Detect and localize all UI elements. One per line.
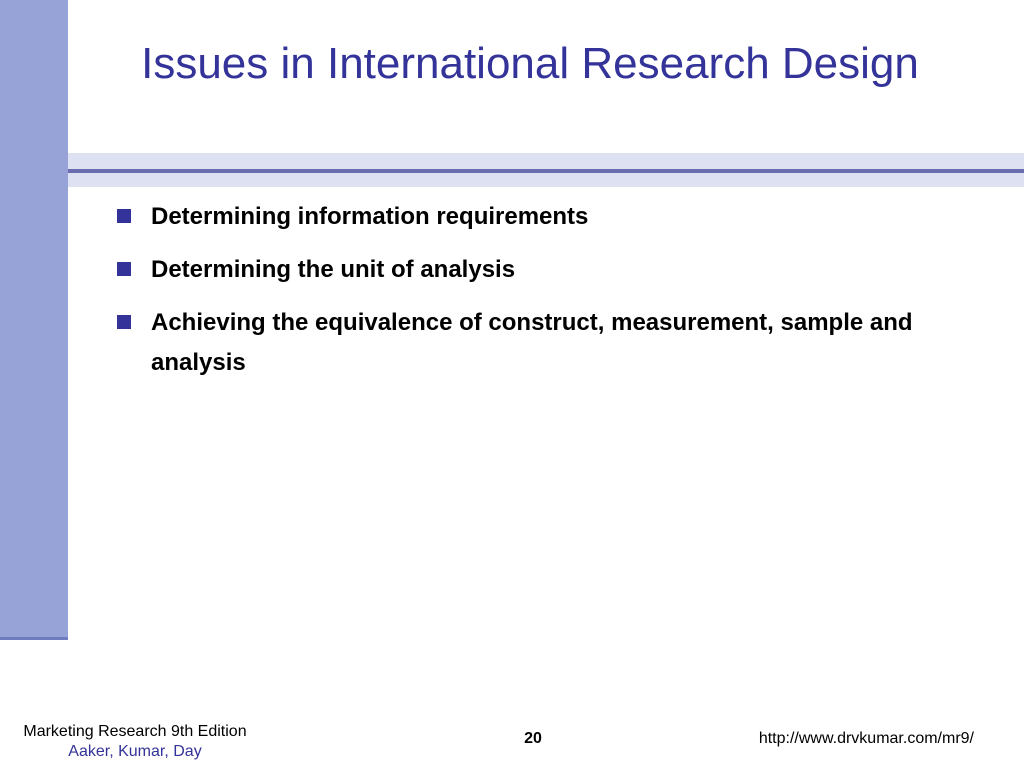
title-divider-band-top	[68, 153, 1024, 169]
bullet-item: Determining information requirements	[114, 197, 914, 237]
left-bar-bottom-edge	[0, 637, 68, 640]
footer-book-title: Marketing Research 9th Edition	[23, 723, 247, 740]
bullet-text: Determining the unit of analysis	[151, 256, 516, 283]
bullet-text: Determining information requirements	[151, 203, 589, 230]
bullet-list: Determining information requirements Det…	[114, 197, 914, 396]
page-number: 20	[524, 730, 542, 747]
title-divider-band-bottom	[68, 173, 1024, 187]
footer-book-info: Marketing Research 9th Edition Aaker, Ku…	[0, 722, 270, 762]
bullet-item: Determining the unit of analysis	[114, 250, 914, 290]
bullet-text: Achieving the equivalence of construct, …	[151, 309, 913, 376]
footer-authors: Aaker, Kumar, Day	[68, 743, 202, 760]
square-bullet-icon	[117, 209, 131, 223]
square-bullet-icon	[117, 315, 131, 329]
footer-url: http://www.drvkumar.com/mr9/	[758, 730, 974, 747]
square-bullet-icon	[117, 262, 131, 276]
left-decorative-bar	[0, 0, 68, 640]
bullet-item: Achieving the equivalence of construct, …	[114, 303, 914, 383]
slide-title: Issues in International Research Design	[141, 39, 919, 88]
